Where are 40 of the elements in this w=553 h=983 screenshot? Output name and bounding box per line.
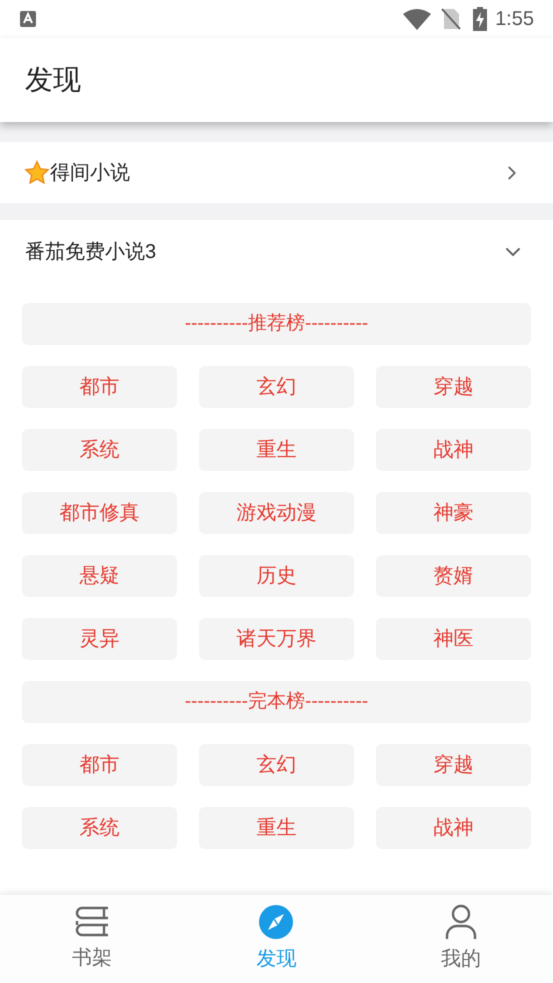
tag-button[interactable]: 游戏动漫 [199,492,354,534]
source-label: 番茄免费小说3 [25,240,158,265]
tag-button[interactable]: 历史 [199,555,354,597]
no-sim-icon [441,8,462,30]
tag-button[interactable]: 都市修真 [22,492,177,534]
tag-button[interactable]: 穿越 [376,744,531,786]
tag-button[interactable]: 诸天万界 [199,618,354,660]
tag-button[interactable]: 战神 [376,807,531,849]
tag-button[interactable]: 重生 [199,429,354,471]
person-icon [444,904,478,940]
tag-button[interactable]: 战神 [376,429,531,471]
tag-button[interactable]: 系统 [22,429,177,471]
compass-icon [258,904,294,940]
tag-button[interactable]: 悬疑 [22,555,177,597]
tag-button[interactable]: 赘婿 [376,555,531,597]
status-time: 1:55 [495,7,534,32]
books-icon [74,905,110,939]
tag-button[interactable]: 神医 [376,618,531,660]
category-title: ----------推荐榜---------- [22,303,531,345]
tag-button[interactable]: 灵异 [22,618,177,660]
nav-tab[interactable]: 书架 [0,895,184,983]
favorite-row[interactable]: 得间小说 [0,142,553,203]
tag-button[interactable]: 都市 [22,366,177,408]
tag-button[interactable]: 穿越 [376,366,531,408]
app-notification-icon [19,10,37,28]
favorite-label: 得间小说 [50,160,131,186]
nav-tab[interactable]: 发现 [184,895,369,983]
battery-charging-icon [473,7,488,31]
star-icon [24,160,50,186]
tag-button[interactable]: 系统 [22,807,177,849]
tag-button[interactable]: 都市 [22,744,177,786]
tag-button[interactable]: 玄幻 [199,744,354,786]
source-header[interactable]: 番茄免费小说3 [0,220,553,284]
nav-tab[interactable]: 我的 [368,895,553,983]
category-title: ----------完本榜---------- [22,681,531,723]
wifi-icon [403,8,432,30]
page-title: 发现 [25,63,81,97]
tag-button[interactable]: 神豪 [376,492,531,534]
tag-button[interactable]: 玄幻 [199,366,354,408]
tag-button[interactable]: 重生 [199,807,354,849]
